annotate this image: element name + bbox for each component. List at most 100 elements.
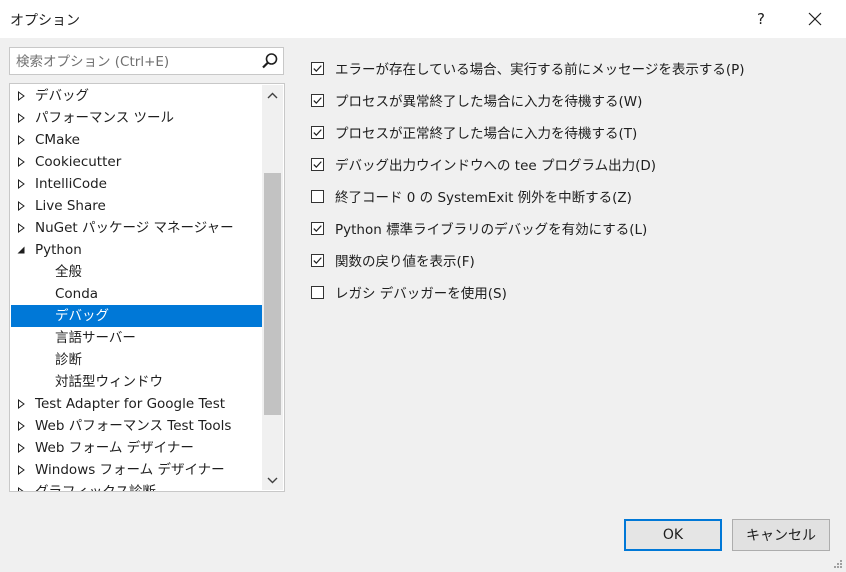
checkmark-icon: [313, 256, 322, 264]
tree-item[interactable]: NuGet パッケージ マネージャー: [11, 217, 262, 239]
tree-item-label: グラフィックス診断: [35, 484, 156, 492]
option-label: レガシ デバッガーを使用(S): [335, 286, 507, 302]
checkmark-icon: [313, 224, 322, 232]
search-icon[interactable]: [261, 52, 279, 70]
option-row[interactable]: 終了コード 0 の SystemExit 例外を中断する(Z): [311, 180, 745, 212]
tree-item-label: 診断: [55, 352, 82, 368]
option-row[interactable]: プロセスが異常終了した場合に入力を待機する(W): [311, 84, 745, 116]
option-label: プロセスが異常終了した場合に入力を待機する(W): [335, 94, 643, 110]
option-label: デバッグ出力ウインドウへの tee プログラム出力(D): [335, 158, 657, 174]
title-bar: オプション ?: [0, 0, 846, 38]
collapsed-arrow-icon[interactable]: [17, 107, 29, 129]
tree-item-label: Conda: [55, 286, 99, 302]
tree-item-label: デバッグ: [55, 308, 109, 324]
tree-item[interactable]: 診断: [11, 349, 262, 371]
collapsed-arrow-icon[interactable]: [17, 173, 29, 195]
option-label: エラーが存在している場合、実行する前にメッセージを表示する(P): [335, 62, 745, 78]
expanded-arrow-icon[interactable]: [17, 239, 29, 261]
debug-options-panel: エラーが存在している場合、実行する前にメッセージを表示する(P) プロセスが異常終…: [311, 52, 745, 308]
tree-item[interactable]: 言語サーバー: [11, 327, 262, 349]
option-row[interactable]: デバッグ出力ウインドウへの tee プログラム出力(D): [311, 148, 745, 180]
checkbox-unchecked[interactable]: [311, 189, 324, 203]
tree-item-label: デバッグ: [35, 88, 89, 104]
tree-item[interactable]: 対話型ウィンドウ: [11, 371, 262, 393]
cancel-button[interactable]: キャンセル: [732, 519, 830, 551]
checkmark-icon: [313, 160, 322, 168]
option-label: プロセスが正常終了した場合に入力を待機する(T): [335, 126, 638, 142]
option-row[interactable]: エラーが存在している場合、実行する前にメッセージを表示する(P): [311, 52, 745, 84]
tree-item[interactable]: IntelliCode: [11, 173, 262, 195]
option-row[interactable]: Python 標準ライブラリのデバッグを有効にする(L): [311, 212, 745, 244]
tree-item[interactable]: CMake: [11, 129, 262, 151]
option-row[interactable]: プロセスが正常終了した場合に入力を待機する(T): [311, 116, 745, 148]
option-label: Python 標準ライブラリのデバッグを有効にする(L): [335, 222, 648, 238]
collapsed-arrow-icon[interactable]: [17, 85, 29, 107]
checkbox-unchecked[interactable]: [311, 285, 324, 299]
chevron-down-icon: [267, 477, 278, 483]
collapsed-arrow-icon[interactable]: [17, 481, 29, 491]
options-tree: デバッグ パフォーマンス ツール CMake Cookiecutter IntelliC…: [9, 83, 285, 492]
scroll-thumb[interactable]: [264, 173, 281, 415]
collapsed-arrow-icon[interactable]: [17, 459, 29, 481]
checkbox-checked[interactable]: [311, 125, 324, 139]
tree-item[interactable]: Cookiecutter: [11, 151, 262, 173]
tree-item[interactable]: Web パフォーマンス Test Tools: [11, 415, 262, 437]
tree-item-label: Test Adapter for Google Test: [35, 396, 226, 412]
chevron-up-icon: [267, 92, 278, 98]
tree-item[interactable]: 全般: [11, 261, 262, 283]
tree-item[interactable]: パフォーマンス ツール: [11, 107, 262, 129]
checkbox-checked[interactable]: [311, 253, 324, 267]
option-label: 関数の戻り値を表示(F): [335, 254, 475, 270]
window-title: オプション: [10, 13, 80, 29]
tree-item[interactable]: Conda: [11, 283, 262, 305]
checkbox-checked[interactable]: [311, 61, 324, 75]
resize-grip-icon[interactable]: [833, 559, 843, 569]
collapsed-arrow-icon[interactable]: [17, 415, 29, 437]
help-button[interactable]: ?: [744, 2, 778, 36]
option-label: 終了コード 0 の SystemExit 例外を中断する(Z): [335, 190, 632, 206]
checkbox-checked[interactable]: [311, 157, 324, 171]
collapsed-arrow-icon[interactable]: [17, 151, 29, 173]
tree-item[interactable]: デバッグ: [11, 85, 262, 107]
tree-item[interactable]: Live Share: [11, 195, 262, 217]
close-icon: [808, 12, 822, 26]
tree-item[interactable]: グラフィックス診断: [11, 481, 262, 492]
tree-item[interactable]: Windows フォーム デザイナー: [11, 459, 262, 481]
tree-item-label: Live Share: [35, 198, 106, 214]
checkmark-icon: [313, 64, 322, 72]
search-input[interactable]: [10, 48, 263, 76]
collapsed-arrow-icon[interactable]: [17, 217, 29, 239]
option-row[interactable]: 関数の戻り値を表示(F): [311, 244, 745, 276]
collapsed-arrow-icon[interactable]: [17, 195, 29, 217]
collapsed-arrow-icon[interactable]: [17, 437, 29, 459]
tree-item-label: Python: [35, 242, 82, 258]
tree-item-label: 対話型ウィンドウ: [55, 374, 163, 390]
tree-scrollbar[interactable]: [262, 85, 283, 490]
tree-item-label: 言語サーバー: [55, 330, 136, 346]
close-button[interactable]: [798, 2, 832, 36]
checkbox-checked[interactable]: [311, 93, 324, 107]
tree-item-label: CMake: [35, 132, 80, 148]
tree-item[interactable]: Test Adapter for Google Test: [11, 393, 262, 415]
tree-item-label: パフォーマンス ツール: [35, 110, 175, 126]
checkbox-checked[interactable]: [311, 221, 324, 235]
tree-item-label: 全般: [55, 264, 82, 280]
ok-button[interactable]: OK: [624, 519, 722, 551]
tree-item-label: Windows フォーム デザイナー: [35, 462, 225, 478]
tree-item-label: Web パフォーマンス Test Tools: [35, 418, 232, 434]
checkmark-icon: [313, 96, 322, 104]
option-row[interactable]: レガシ デバッガーを使用(S): [311, 276, 745, 308]
checkmark-icon: [313, 128, 322, 136]
tree-item-label: NuGet パッケージ マネージャー: [35, 220, 234, 236]
tree-item-label: Cookiecutter: [35, 154, 122, 170]
tree-list: デバッグ パフォーマンス ツール CMake Cookiecutter IntelliC…: [11, 85, 262, 492]
search-box: [9, 47, 284, 76]
collapsed-arrow-icon[interactable]: [17, 393, 29, 415]
tree-item[interactable]: Python: [11, 239, 262, 261]
collapsed-arrow-icon[interactable]: [17, 129, 29, 151]
tree-item[interactable]: Web フォーム デザイナー: [11, 437, 262, 459]
tree-item[interactable]: デバッグ: [11, 305, 262, 327]
scroll-down-button[interactable]: [262, 470, 283, 490]
scroll-up-button[interactable]: [262, 85, 283, 105]
tree-item-label: IntelliCode: [35, 176, 107, 192]
